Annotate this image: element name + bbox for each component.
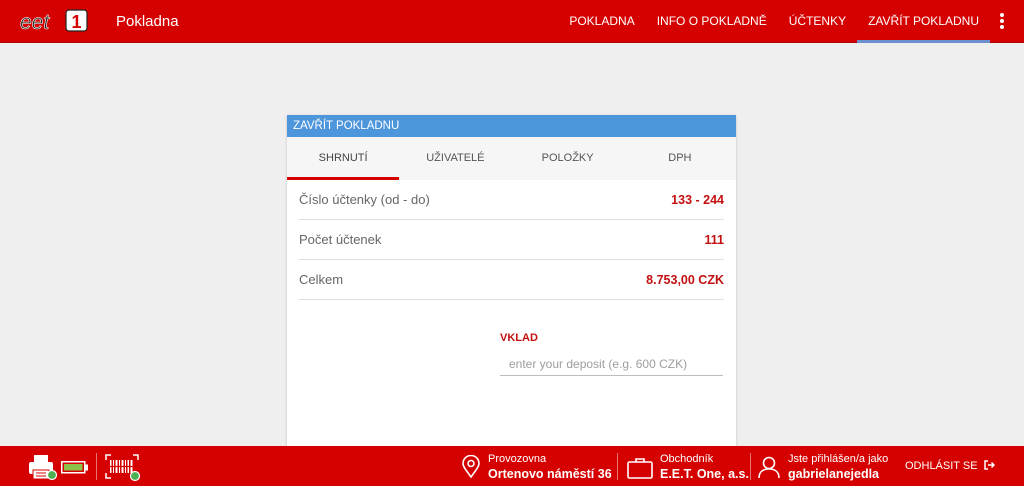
row-label: Číslo účtenky (od - do) <box>299 192 430 207</box>
svg-text:eet: eet <box>20 11 50 34</box>
divider <box>750 453 751 480</box>
deposit-label: VKLAD <box>500 332 538 344</box>
tab-uzivatele[interactable]: UŽIVATELÉ <box>399 137 511 180</box>
user-icon <box>758 456 780 479</box>
battery-icon <box>61 461 88 474</box>
barcode-scanner-icon[interactable] <box>105 454 143 482</box>
row-value: 133 - 244 <box>671 192 724 207</box>
app-title: Pokladna <box>116 13 179 30</box>
main-nav: POKLADNA INFO O POKLADNĚ ÚČTENKY ZAVŘÍT … <box>558 0 990 43</box>
tab-shrnuti[interactable]: SHRNUTÍ <box>287 137 400 180</box>
summary-row-receipt-count: Počet účtenek 111 <box>299 220 724 260</box>
top-bar: eet 1 Pokladna POKLADNA INFO O POKLADNĚ … <box>0 0 1024 43</box>
tab-dph[interactable]: DPH <box>624 137 736 180</box>
tab-polozky[interactable]: POLOŽKY <box>512 137 624 180</box>
row-label: Celkem <box>299 272 344 287</box>
nav-info-o-pokladne[interactable]: INFO O POKLADNĚ <box>646 0 778 43</box>
close-register-card: ZAVŘÍT POKLADNU SHRNUTÍ UŽIVATELÉ POLOŽK… <box>287 115 736 446</box>
printer-status-dot <box>46 469 58 481</box>
row-value: 111 <box>704 232 724 247</box>
provozovna-label: Provozovna <box>488 453 547 465</box>
deposit-input[interactable] <box>500 352 723 376</box>
nav-uctenky[interactable]: ÚČTENKY <box>778 0 857 43</box>
nav-pokladna[interactable]: POKLADNA <box>558 0 645 43</box>
status-bar: Provozovna Ortenovo náměstí 36 Obchodník… <box>0 446 1024 486</box>
nav-zavrit-pokladnu[interactable]: ZAVŘÍT POKLADNU <box>857 0 990 43</box>
summary-list: Číslo účtenky (od - do) 133 - 244 Počet … <box>299 180 724 300</box>
card-title: ZAVŘÍT POKLADNU <box>287 115 736 137</box>
row-value: 8.753,00 CZK <box>646 272 724 287</box>
summary-row-receipt-range: Číslo účtenky (od - do) 133 - 244 <box>299 180 724 220</box>
logout-label: ODHLÁSIT SE <box>905 460 978 472</box>
briefcase-icon <box>627 458 653 479</box>
card-tabs: SHRNUTÍ UŽIVATELÉ POLOŽKY DPH <box>287 137 736 180</box>
obchodnik-label: Obchodník <box>660 453 714 465</box>
user-label: Jste přihlášen/a jako <box>788 453 889 465</box>
obchodnik-value: E.E.T. One, a.s. <box>660 467 749 481</box>
logout-icon <box>983 460 995 470</box>
eet1-logo[interactable]: eet 1 <box>20 8 90 34</box>
divider <box>96 453 97 480</box>
printer-icon[interactable] <box>28 454 60 482</box>
summary-row-total: Celkem 8.753,00 CZK <box>299 260 724 300</box>
scanner-status-dot <box>129 470 141 482</box>
user-value: gabrielanejedla <box>788 467 880 481</box>
more-menu-icon[interactable] <box>998 13 1006 31</box>
svg-text:1: 1 <box>71 12 81 32</box>
divider <box>617 453 618 480</box>
location-pin-icon <box>462 455 480 479</box>
provozovna-value: Ortenovo náměstí 36 <box>488 467 612 481</box>
logout-button[interactable]: ODHLÁSIT SE <box>905 460 995 472</box>
row-label: Počet účtenek <box>299 232 382 247</box>
deposit-field-group: VKLAD <box>500 332 723 376</box>
